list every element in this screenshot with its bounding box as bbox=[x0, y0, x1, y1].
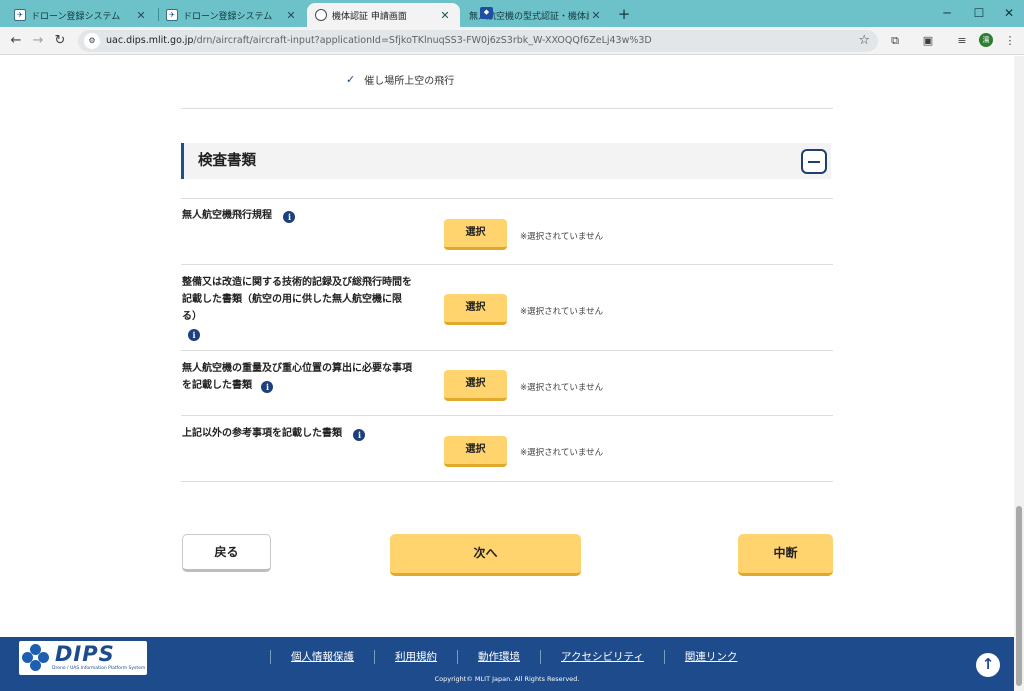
close-icon[interactable]: ✕ bbox=[134, 9, 148, 22]
next-button[interactable]: 次へ bbox=[390, 534, 581, 576]
extensions-icon[interactable]: ⧉ bbox=[885, 31, 905, 51]
close-icon[interactable]: ✕ bbox=[438, 9, 452, 22]
forward-arrow-icon[interactable]: → bbox=[28, 31, 48, 51]
logo-word: DIPS bbox=[55, 642, 115, 666]
page-viewport: ✓ 催し場所上空の飛行 検査書類 無人航空機飛行規程 i 選択 ※選択されていま… bbox=[0, 56, 1014, 691]
browser-tab-strip: ✈ ドローン登録システム ✕ ✈ ドローン登録システム ✕ 機体認証 申請画面 … bbox=[0, 0, 1024, 27]
selection-status: ※選択されていません bbox=[520, 383, 604, 393]
logo-subtext: Drone / UAS Information Platform System bbox=[52, 666, 146, 671]
logo-dots-icon bbox=[22, 644, 50, 672]
footer-links: 個人情報保護 利用規約 動作環境 アクセシビリティ 関連リンク bbox=[270, 650, 757, 664]
section-header: 検査書類 bbox=[181, 143, 831, 179]
page-scrollbar[interactable] bbox=[1014, 56, 1024, 691]
close-icon[interactable]: ✕ bbox=[284, 9, 298, 22]
divider bbox=[181, 481, 833, 482]
document-row-label: 無人航空機飛行規程 i bbox=[182, 207, 422, 224]
back-button[interactable]: 戻る bbox=[182, 534, 271, 572]
divider bbox=[181, 415, 833, 416]
select-button[interactable]: 選択 bbox=[444, 370, 507, 401]
url-host: uac.dips.mlit.go.jp bbox=[106, 35, 194, 46]
browser-tab-3-active[interactable]: 機体認証 申請画面 ✕ bbox=[307, 3, 460, 27]
select-button[interactable]: 選択 bbox=[444, 294, 507, 325]
url-path: /drn/aircraft/aircraft-input?application… bbox=[193, 35, 652, 46]
info-icon[interactable]: i bbox=[188, 329, 200, 341]
globe-icon bbox=[315, 9, 327, 21]
address-bar[interactable]: ⚙ uac.dips.mlit.go.jp/drn/aircraft/aircr… bbox=[78, 30, 878, 52]
tab-search-icon[interactable]: ▣ bbox=[918, 31, 938, 51]
tab-title: 機体認証 申請画面 bbox=[332, 11, 407, 22]
tab-title: ドローン登録システム bbox=[31, 11, 121, 22]
new-tab-button[interactable]: + bbox=[615, 4, 633, 24]
document-row-label: 無人航空機の重量及び重心位置の算出に必要な事項を記載した書類 i bbox=[182, 363, 412, 393]
page-footer: DIPS Drone / UAS Information Platform Sy… bbox=[0, 637, 1014, 691]
window-close-button[interactable]: ✕ bbox=[994, 2, 1024, 24]
minimize-button[interactable]: ─ bbox=[932, 2, 962, 24]
arrow-up-icon: ↑ bbox=[981, 655, 995, 673]
drone-icon: ✈ bbox=[14, 9, 26, 21]
check-icon: ✓ bbox=[346, 73, 356, 86]
select-button[interactable]: 選択 bbox=[444, 219, 507, 250]
profile-avatar[interactable]: 濱 bbox=[979, 33, 993, 47]
back-arrow-icon[interactable]: ← bbox=[6, 31, 26, 51]
selection-status: ※選択されていません bbox=[520, 307, 604, 317]
collapse-button[interactable] bbox=[801, 149, 827, 174]
info-icon[interactable]: i bbox=[283, 211, 296, 223]
document-row-label: 整備又は改造に関する技術的記録及び総飛行時間を記載した書類（航空の用に供した無人… bbox=[182, 277, 412, 341]
footer-link-environment[interactable]: 動作環境 bbox=[457, 650, 540, 664]
footer-link-privacy[interactable]: 個人情報保護 bbox=[270, 650, 374, 664]
reload-icon[interactable]: ↻ bbox=[50, 31, 70, 51]
dips-logo[interactable]: DIPS Drone / UAS Information Platform Sy… bbox=[19, 641, 147, 675]
footer-link-accessibility[interactable]: アクセシビリティ bbox=[540, 650, 664, 664]
footer-link-terms[interactable]: 利用規約 bbox=[374, 650, 457, 664]
tab-title: ドローン登録システム bbox=[183, 11, 273, 22]
select-button[interactable]: 選択 bbox=[444, 436, 507, 467]
footer-link-related[interactable]: 関連リンク bbox=[663, 650, 758, 664]
divider bbox=[181, 108, 833, 109]
browser-tab-1[interactable]: ✈ ドローン登録システム ✕ bbox=[6, 3, 156, 27]
info-icon[interactable]: i bbox=[353, 429, 366, 441]
browser-tab-2[interactable]: ✈ ドローン登録システム ✕ bbox=[158, 3, 306, 27]
selection-status: ※選択されていません bbox=[520, 448, 604, 458]
divider bbox=[181, 198, 833, 199]
divider bbox=[181, 264, 833, 265]
section-title: 検査書類 bbox=[198, 153, 256, 169]
document-row-label: 上記以外の参考事項を記載した書類 i bbox=[182, 425, 442, 442]
prev-item-label: 催し場所上空の飛行 bbox=[364, 76, 455, 87]
bookmark-star-icon[interactable]: ☆ bbox=[858, 30, 870, 52]
previous-selected-item: ✓ 催し場所上空の飛行 bbox=[346, 72, 454, 87]
close-icon[interactable]: ✕ bbox=[589, 9, 603, 22]
browser-tab-4[interactable]: ◆ 無人航空機の型式認証・機体認証 ✕ bbox=[461, 3, 611, 27]
menu-kebab-icon[interactable]: ⋮ bbox=[1000, 31, 1020, 51]
scrollbar-thumb[interactable] bbox=[1016, 506, 1022, 686]
divider bbox=[181, 350, 833, 351]
drone-icon: ✈ bbox=[166, 9, 178, 21]
scroll-to-top-button[interactable]: ↑ bbox=[976, 653, 1000, 677]
selection-status: ※選択されていません bbox=[520, 232, 604, 242]
reading-list-icon[interactable]: ≡ bbox=[952, 31, 972, 51]
suspend-button[interactable]: 中断 bbox=[738, 534, 833, 576]
copyright: Copyright© MLIT Japan. All Rights Reserv… bbox=[434, 675, 580, 683]
info-icon[interactable]: i bbox=[261, 381, 274, 393]
browser-toolbar: ← → ↻ ⚙ uac.dips.mlit.go.jp/drn/aircraft… bbox=[0, 27, 1024, 55]
mlit-logo-icon: ◆ bbox=[480, 7, 493, 19]
maximize-button[interactable]: ☐ bbox=[964, 2, 994, 24]
url-text[interactable]: uac.dips.mlit.go.jp/drn/aircraft/aircraf… bbox=[106, 30, 652, 52]
site-info-icon[interactable]: ⚙ bbox=[84, 33, 100, 49]
